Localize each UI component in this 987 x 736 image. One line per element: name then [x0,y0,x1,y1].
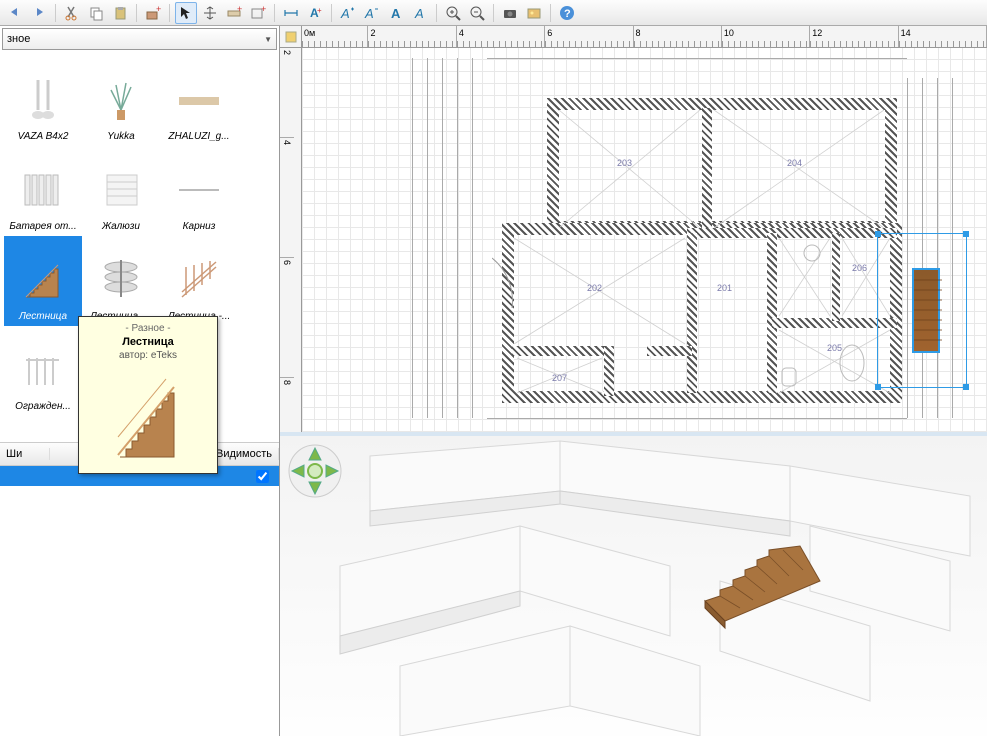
tooltip-author: автор: eTeks [85,350,211,361]
item-tooltip: - Разное - Лестница автор: eTeks [78,316,218,474]
catalog-item-zhaluzi2[interactable]: Жалюзи [82,146,160,236]
catalog-item-stairs[interactable]: Лестница [4,236,82,326]
main-toolbar: + + + A+ A A A A ? [0,0,987,26]
text-icon[interactable]: A+ [304,2,326,24]
main-area: зное VAZA B4x2 Yukka ZHALUZI_g... Батаре… [0,26,987,736]
italic-icon[interactable]: A [409,2,431,24]
design-pane: 0м 2 4 6 8 10 12 14 2 4 6 8 10 [280,26,987,736]
select-icon[interactable] [175,2,197,24]
text-size-down-icon[interactable]: A [361,2,383,24]
room-207: 207 [552,373,567,383]
bold-icon[interactable]: A [385,2,407,24]
tooltip-category: - Разное - [85,323,211,334]
3d-view[interactable] [280,436,987,736]
catalog-item-stairs2[interactable]: Лестница -... [160,236,238,326]
zoom-in-icon[interactable] [442,2,464,24]
room-202: 202 [587,283,602,293]
svg-text:+: + [261,5,266,14]
svg-text:A: A [364,6,374,21]
plan-canvas[interactable]: 203 204 202 201 206 205 207 [302,48,987,432]
copy-icon[interactable] [85,2,107,24]
vertical-ruler: 2 4 6 8 10 [280,48,302,432]
category-combo[interactable]: зное [2,28,277,50]
stairs-object[interactable] [912,268,940,353]
catalog-item-spiral[interactable]: Лестница, ... [82,236,160,326]
svg-text:+: + [317,6,322,15]
room-204: 204 [787,158,802,168]
catalog-item-yukka[interactable]: Yukka [82,56,160,146]
redo-icon[interactable] [28,2,50,24]
pan-icon[interactable] [199,2,221,24]
cut-icon[interactable] [61,2,83,24]
col-width[interactable]: Ши [0,448,50,460]
create-wall-icon[interactable]: + [223,2,245,24]
undo-icon[interactable] [4,2,26,24]
help-icon[interactable]: ? [556,2,578,24]
photo-icon[interactable] [523,2,545,24]
room-206: 206 [852,263,867,273]
catalog-item-fence[interactable]: Огражден... [4,326,82,416]
catalog-item-vaza[interactable]: VAZA B4x2 [4,56,82,146]
tooltip-name: Лестница [85,336,211,348]
3d-scene [310,436,987,736]
svg-text:?: ? [564,8,571,20]
camera-icon[interactable] [499,2,521,24]
catalog-item-electro[interactable]: Электроо... [4,416,82,442]
furniture-pane: зное VAZA B4x2 Yukka ZHALUZI_g... Батаре… [0,26,280,736]
category-combo-label: зное [7,33,30,45]
stairs-icon [108,367,188,467]
paste-icon[interactable] [109,2,131,24]
add-furniture-icon[interactable]: + [142,2,164,24]
create-room-icon[interactable]: + [247,2,269,24]
svg-text:+: + [156,5,161,14]
svg-text:A: A [414,6,424,21]
horizontal-ruler: 0м 2 4 6 8 10 12 14 [302,26,987,48]
visibility-checkbox[interactable] [256,470,269,483]
room-203: 203 [617,158,632,168]
plan-view[interactable]: 0м 2 4 6 8 10 12 14 2 4 6 8 10 [280,26,987,436]
catalog-item-zhaluzi[interactable]: ZHALUZI_g... [160,56,238,146]
catalog-item-karniz[interactable]: Карниз [160,146,238,236]
dimension-icon[interactable] [280,2,302,24]
svg-text:A: A [391,6,401,21]
room-201: 201 [717,283,732,293]
col-visibility[interactable]: Видимость [210,448,279,460]
svg-text:A: A [340,6,350,21]
catalog-item-radiator[interactable]: Батарея от... [4,146,82,236]
floorplan: 203 204 202 201 206 205 207 [492,78,912,428]
svg-text:+: + [237,5,242,14]
room-205: 205 [827,343,842,353]
ruler-corner [280,26,302,48]
text-size-up-icon[interactable]: A [337,2,359,24]
zoom-out-icon[interactable] [466,2,488,24]
